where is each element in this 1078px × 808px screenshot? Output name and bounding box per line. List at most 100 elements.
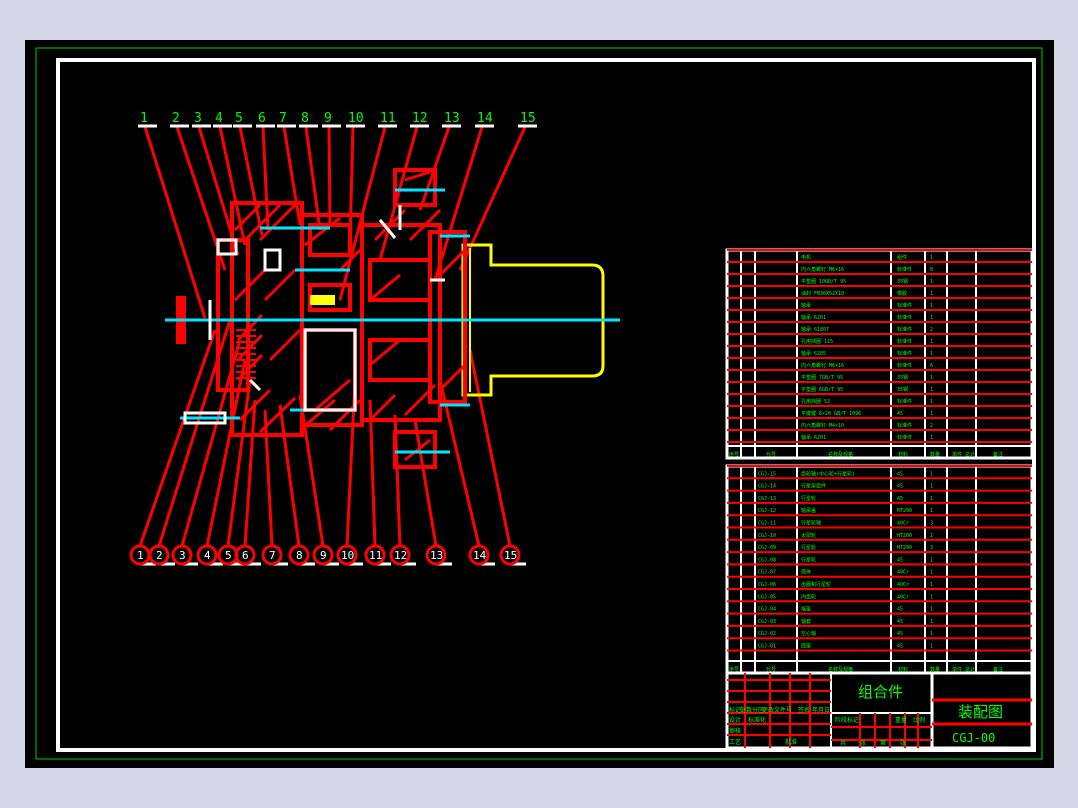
table-cell-material: 标准件 bbox=[897, 434, 912, 441]
table-cell-qty: 1 bbox=[930, 339, 933, 345]
bottom-part-number: 2 bbox=[156, 549, 163, 562]
title-block-label: 更改文件号 bbox=[762, 706, 792, 714]
table-cell-material: 45 bbox=[897, 619, 903, 625]
table-cell-material: 35钢 bbox=[897, 374, 908, 381]
title-block-label: 张 bbox=[900, 739, 906, 747]
table-cell-material: 标准件 bbox=[897, 266, 912, 273]
table-cell-material: HT200 bbox=[897, 508, 912, 514]
table-cell-name: 电机 bbox=[801, 254, 811, 261]
top-part-number: 2 bbox=[172, 111, 180, 126]
table-cell-qty: 1 bbox=[930, 291, 933, 297]
table-cell-material: 45 bbox=[897, 607, 903, 613]
cad-drawing-canvas: 1 2 3 4 5 6 7 8 9 10 11 12 13 14 15 1 2 3 4 5 6 7 8 9 10 11 12 13 1… bbox=[25, 40, 1054, 768]
assembly-title: 组合件 bbox=[858, 683, 903, 701]
table-cell-qty: 1 bbox=[930, 644, 933, 650]
table-cell-qty: 1 bbox=[930, 387, 933, 393]
bottom-part-number: 6 bbox=[242, 549, 249, 562]
table-cell-code: CGJ-15 bbox=[758, 471, 776, 477]
table-cell-qty: 1 bbox=[930, 375, 933, 381]
top-part-number: 4 bbox=[215, 111, 223, 126]
top-part-number: 14 bbox=[477, 111, 493, 126]
table-cell-qty: 3 bbox=[930, 521, 933, 527]
table-cell-name: 平垫圈 10GB/T 95 bbox=[801, 278, 846, 285]
table-cell-material: 45 bbox=[897, 644, 903, 650]
header-name: 名称及规格 bbox=[828, 451, 853, 458]
top-part-number: 3 bbox=[194, 111, 202, 126]
table-cell-qty: 1 bbox=[930, 315, 933, 321]
table-cell-name: 行星轮 bbox=[801, 556, 816, 563]
title-block-label: 第 bbox=[880, 739, 886, 747]
table-cell-qty: 1 bbox=[930, 399, 933, 405]
table-cell-qty: 3 bbox=[930, 545, 933, 551]
table-cell-name: 行星轮 bbox=[801, 544, 816, 551]
drawing-number: CGJ-00 bbox=[952, 731, 995, 745]
bottom-part-number: 8 bbox=[296, 549, 303, 562]
table-cell-qty: 2 bbox=[930, 327, 933, 333]
table-cell-name: 壳体 bbox=[801, 569, 811, 576]
title-block-label: 共 bbox=[840, 739, 846, 747]
bottom-part-number: 9 bbox=[320, 549, 327, 562]
table-cell-material: 标准件 bbox=[897, 362, 912, 369]
table-cell-code: CGJ-02 bbox=[758, 631, 776, 637]
top-part-number: 13 bbox=[444, 111, 460, 126]
table-cell-material: 标准件 bbox=[897, 326, 912, 333]
table-cell-qty: 1 bbox=[930, 557, 933, 563]
table-cell-name: 空心轴 bbox=[801, 630, 816, 637]
title-block-label: 比例 bbox=[913, 716, 925, 724]
top-part-number: 11 bbox=[380, 111, 396, 126]
table-cell-material: 标准件 bbox=[897, 350, 912, 357]
table-cell-name: 齿圈和行星轮 bbox=[801, 581, 831, 588]
table-cell-qty: 1 bbox=[930, 508, 933, 514]
table-cell-material: 40Cr bbox=[897, 521, 909, 527]
header-code: 代号 bbox=[766, 451, 776, 458]
table-cell-material: 组件 bbox=[897, 254, 907, 261]
table-cell-material: 35钢 bbox=[897, 278, 908, 285]
header-qty: 数量 bbox=[930, 451, 940, 458]
title-block-label: 审核 bbox=[729, 727, 741, 735]
title-block-label: 标准化 bbox=[748, 716, 766, 724]
table-cell-qty: 6 bbox=[930, 363, 933, 369]
table-cell-qty: 2 bbox=[930, 423, 933, 429]
bottom-part-number: 11 bbox=[369, 549, 382, 562]
table-cell-code: CGJ-05 bbox=[758, 594, 776, 600]
table-cell-code: CGJ-12 bbox=[758, 508, 776, 514]
table-cell-qty: 1 bbox=[930, 471, 933, 477]
bottom-part-number: 13 bbox=[430, 549, 443, 562]
table-cell-material: 45 bbox=[897, 557, 903, 563]
header-no: 序号 bbox=[729, 451, 739, 458]
table-cell-qty: 1 bbox=[930, 411, 933, 417]
table-cell-material: HT200 bbox=[897, 545, 912, 551]
bottom-part-number: 12 bbox=[394, 549, 407, 562]
top-part-number: 15 bbox=[520, 111, 536, 126]
table-cell-material: 橡胶 bbox=[897, 290, 907, 297]
table-cell-material: 45 bbox=[897, 484, 903, 490]
table-cell-code: CGJ-14 bbox=[758, 484, 776, 490]
leader-line-top bbox=[327, 126, 332, 226]
table-cell-material: 标准件 bbox=[897, 302, 912, 309]
table-cell-code: CGJ-08 bbox=[758, 557, 776, 563]
title-block-label: 处数 bbox=[740, 706, 752, 714]
table-cell-code: CGJ-11 bbox=[758, 521, 776, 527]
table-cell-name: 平垫圈 7GB/T 95 bbox=[801, 374, 843, 381]
table-cell-name: 油封 FB30X52X10 bbox=[801, 290, 844, 297]
title-block-label: 工艺 bbox=[729, 738, 741, 746]
table-cell-material: 45 bbox=[897, 411, 903, 417]
table-cell-code: CGJ-06 bbox=[758, 582, 776, 588]
bottom-part-number: 14 bbox=[473, 549, 487, 562]
table-cell-material: 标准件 bbox=[897, 422, 912, 429]
table-cell-name: 太阳轮 bbox=[801, 532, 816, 539]
table-cell-name: 轴承 6205 bbox=[801, 350, 826, 357]
table-cell-name: 轴承 6201 bbox=[801, 314, 826, 321]
table-cell-code: CGJ-09 bbox=[758, 545, 776, 551]
table-cell-qty: 1 bbox=[930, 255, 933, 261]
table-cell-name: 平垫圈 6GB/T 95 bbox=[801, 386, 843, 393]
top-part-number: 5 bbox=[235, 111, 243, 126]
table-cell-code: CGJ-13 bbox=[758, 496, 776, 502]
bottom-part-number: 1 bbox=[137, 549, 144, 562]
table-cell-material: 标准件 bbox=[897, 314, 912, 321]
header-material: 材料 bbox=[898, 451, 908, 458]
header-remark: 备注 bbox=[993, 451, 1003, 458]
table-cell-material: 45 bbox=[897, 471, 903, 477]
bottom-part-number: 10 bbox=[341, 549, 354, 562]
table-cell-material: HT200 bbox=[897, 533, 912, 539]
